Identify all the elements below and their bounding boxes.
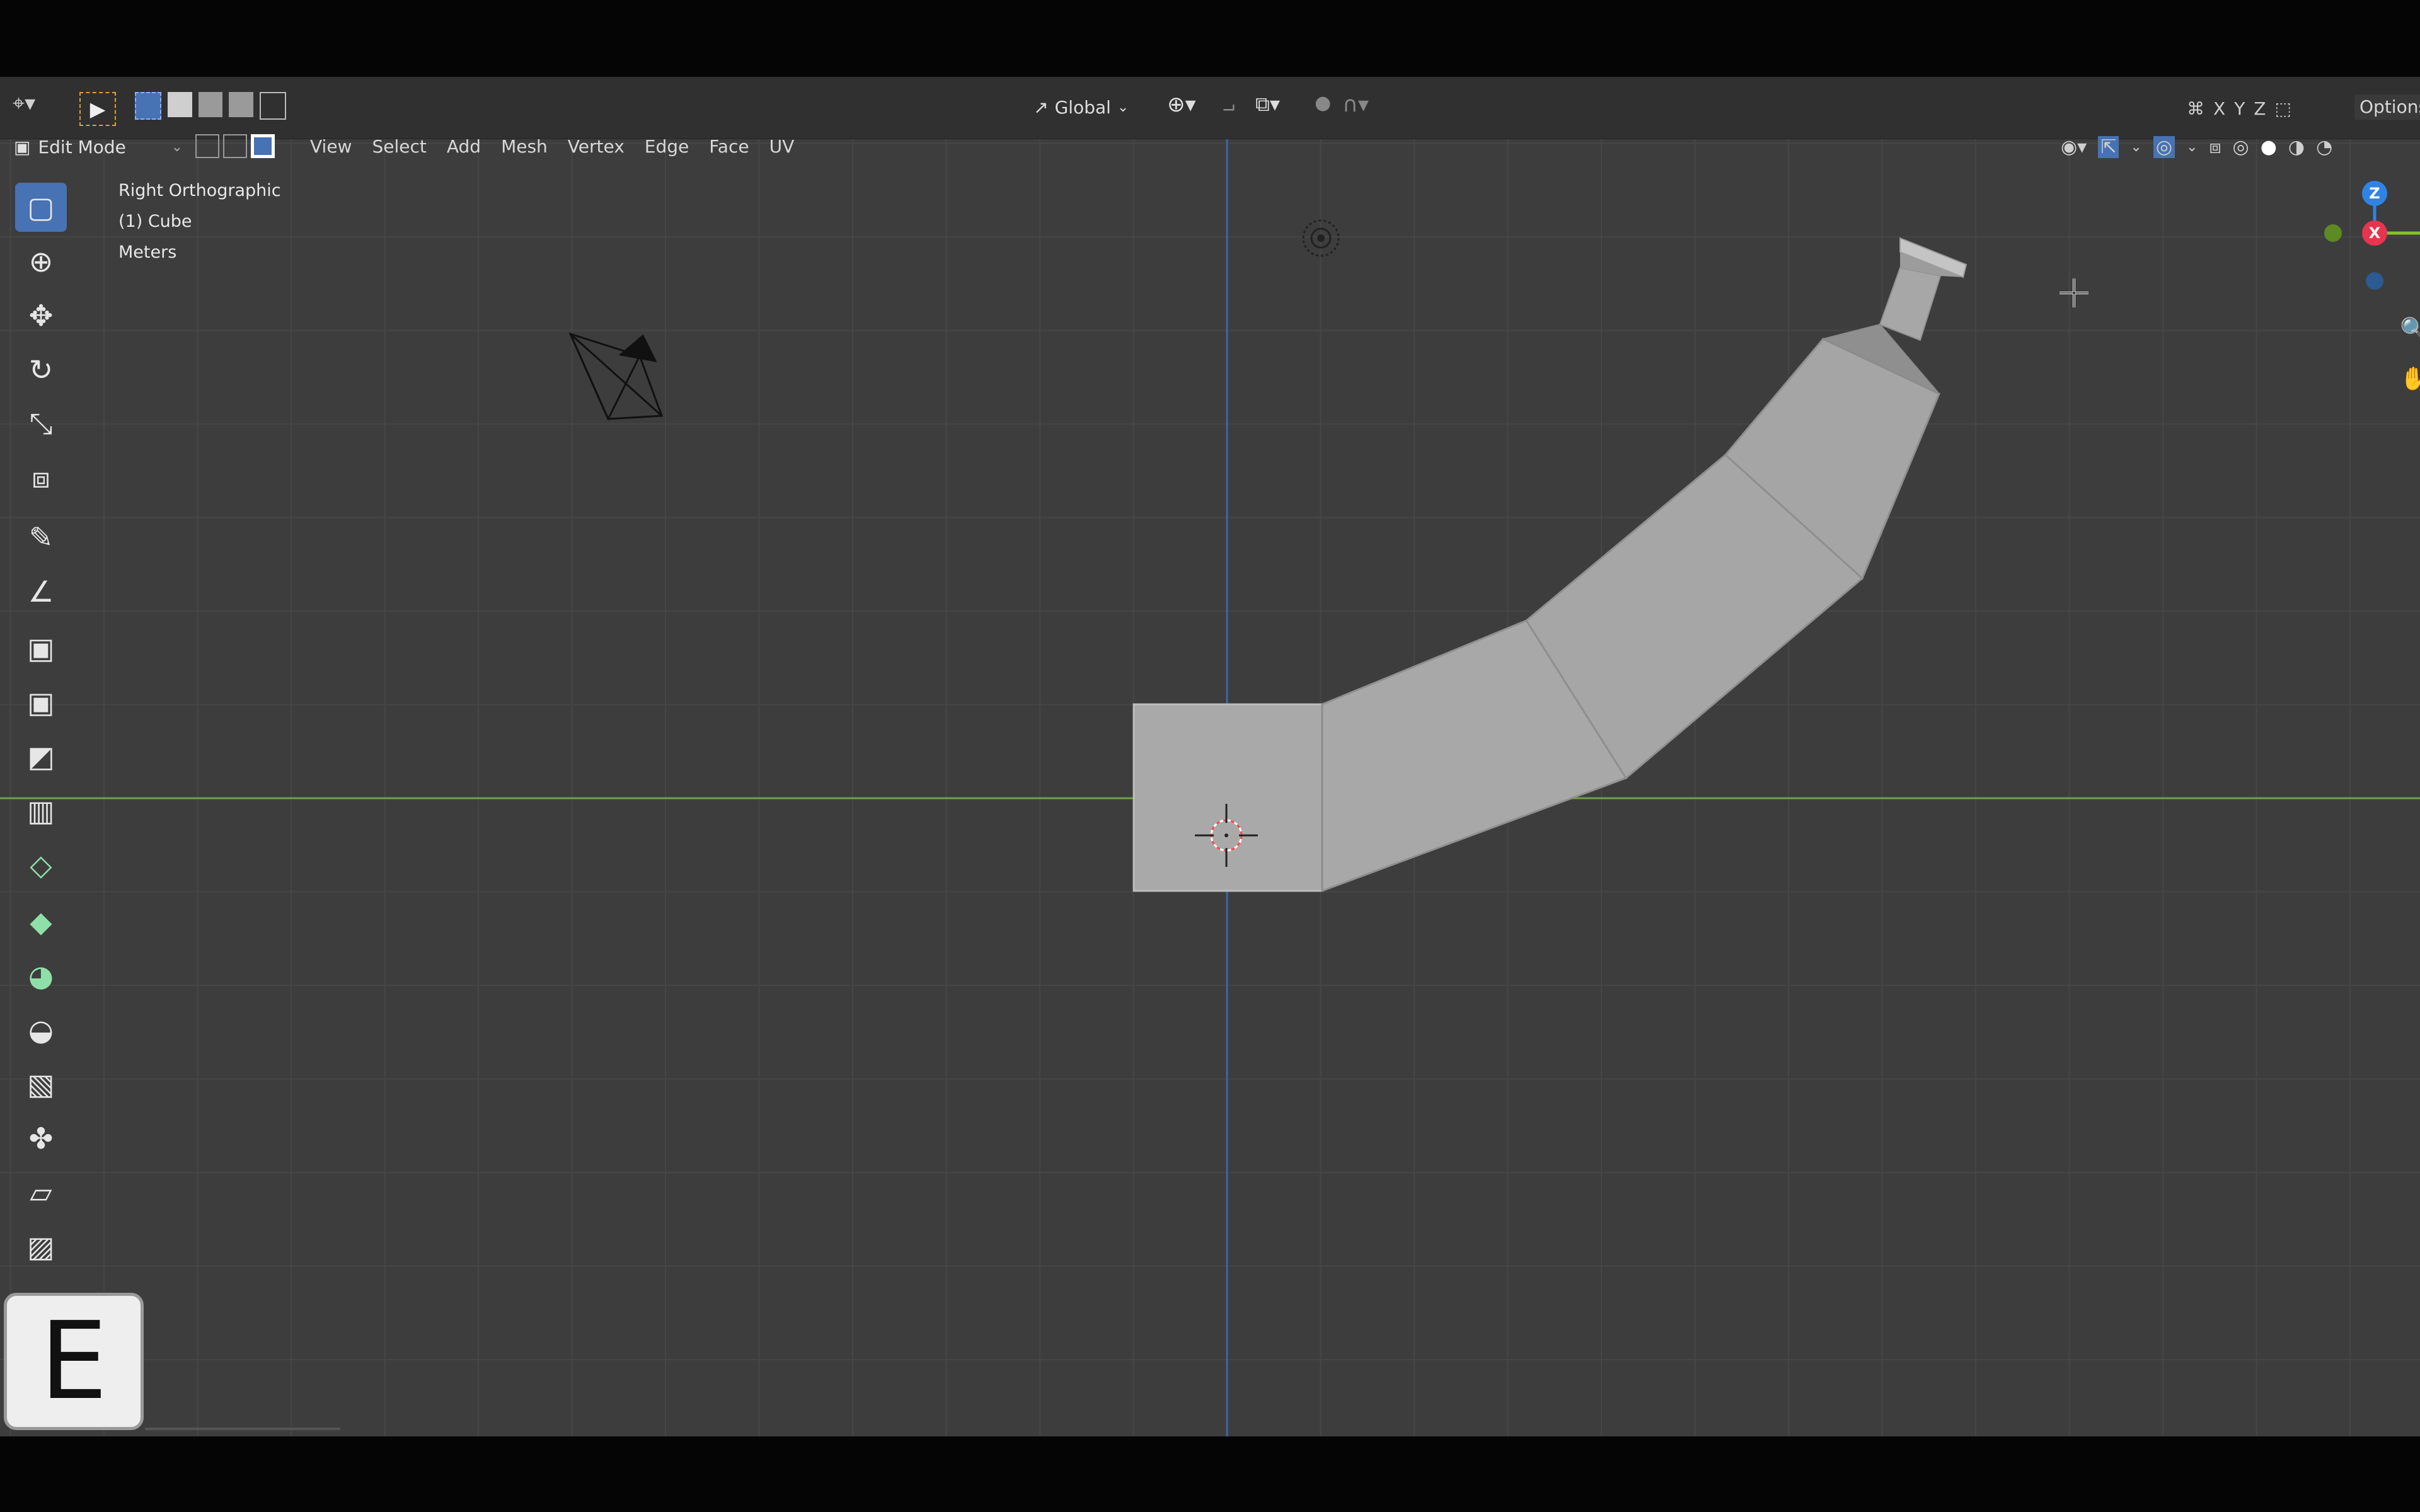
extrude-region-icon[interactable]: ▣: [15, 624, 67, 673]
gizmo-neg-y-axis[interactable]: [2324, 224, 2342, 242]
3d-cursor[interactable]: [1189, 798, 1264, 873]
mirror-y-button[interactable]: Y: [2234, 98, 2245, 119]
gizmo-z-axis[interactable]: Z: [2362, 181, 2387, 206]
material-shading-icon[interactable]: ◑: [2288, 136, 2305, 158]
mirror-options: ⌘ X Y Z ⬚: [2187, 91, 2291, 126]
chevron-down-icon: ⌄: [1117, 99, 1129, 115]
menu-mesh[interactable]: Mesh: [491, 134, 558, 159]
cursor-icon[interactable]: ⊕: [15, 237, 67, 286]
annotate-icon[interactable]: ✎: [15, 513, 67, 562]
menu-edge[interactable]: Edge: [635, 134, 699, 159]
select-invert-icon[interactable]: [229, 92, 253, 117]
solid-shading-icon[interactable]: ●: [2261, 136, 2277, 158]
viewport-shading-controls: ◉▾ ⇱ ⌄ ◎ ⌄ ⧈ ◎ ● ◑ ◔: [2061, 135, 2333, 158]
menu-vertex[interactable]: Vertex: [558, 134, 635, 159]
measure-icon[interactable]: ∠: [15, 567, 67, 616]
letterbox-bottom: [0, 1436, 2420, 1512]
select-intersect-icon[interactable]: [259, 92, 287, 120]
wireframe-shading-icon[interactable]: ◎: [2233, 136, 2249, 158]
letterbox-top: [0, 0, 2420, 77]
poly-build-icon[interactable]: ◆: [15, 897, 67, 946]
move-icon[interactable]: ✥: [15, 291, 67, 340]
xray-toggle-icon[interactable]: ⧈: [2209, 136, 2221, 158]
edge-select-icon[interactable]: [223, 134, 247, 158]
navigation-gizmo[interactable]: Z X 🔍 ✋: [2307, 170, 2420, 447]
scale-icon[interactable]: ⤡: [15, 399, 67, 449]
falloff-dropdown[interactable]: ∩▾: [1342, 92, 1386, 122]
spin-icon[interactable]: ◕: [15, 951, 67, 1000]
status-progress-strip: [145, 1428, 340, 1430]
knife-icon[interactable]: ◇: [15, 840, 67, 890]
viewport-header: ▣ Edit Mode ⌄ View Select Add Mesh Verte…: [0, 131, 2420, 163]
mesh-face-6[interactable]: [1879, 266, 1942, 341]
proportional-edit-icon[interactable]: ●: [1315, 92, 1340, 122]
select-subtract-icon[interactable]: [198, 92, 223, 117]
camera-object-icon[interactable]: [561, 321, 706, 428]
rendered-shading-icon[interactable]: ◔: [2316, 136, 2332, 158]
mesh-object[interactable]: [0, 132, 2420, 1436]
select-mode-buttons: [135, 92, 287, 123]
inset-faces-icon[interactable]: ▣: [15, 678, 67, 727]
pan-hand-icon[interactable]: ✋: [2400, 365, 2420, 392]
mode-label: Edit Mode: [38, 136, 126, 158]
editor-type-icon[interactable]: ⌖▾: [13, 91, 57, 122]
shrink-fatten-icon[interactable]: ✤: [15, 1114, 67, 1163]
bevel-icon[interactable]: ◩: [15, 732, 67, 781]
select-tool-indicator[interactable]: ▶: [79, 92, 116, 126]
transform-icon[interactable]: ⧈: [15, 454, 67, 503]
gizmo-neg-z-axis[interactable]: [2366, 272, 2383, 290]
select-new-icon[interactable]: [135, 92, 162, 120]
menu-bar: View Select Add Mesh Vertex Edge Face UV: [300, 134, 804, 159]
select-mode-group: [195, 134, 275, 159]
menu-view[interactable]: View: [300, 134, 362, 159]
transform-orientation-dropdown[interactable]: ↗ Global ⌄: [1034, 89, 1129, 125]
orientation-label: Global: [1054, 96, 1111, 118]
view-name: Right Orthographic: [118, 181, 281, 200]
menu-face[interactable]: Face: [699, 134, 759, 159]
loop-cut-icon[interactable]: ▥: [15, 786, 67, 835]
snap-toggle-icon[interactable]: ⨼: [1223, 92, 1250, 122]
gizmo-x-axis[interactable]: X: [2362, 220, 2387, 246]
menu-select[interactable]: Select: [362, 134, 436, 159]
mirror-x-button[interactable]: X: [2213, 98, 2225, 119]
options-dropdown[interactable]: Options: [2354, 94, 2420, 120]
light-icon[interactable]: [1296, 213, 1346, 263]
vertex-select-icon[interactable]: [195, 134, 219, 158]
mouse-crosshair-icon: [2060, 278, 2089, 307]
rip-region-icon[interactable]: ▨: [15, 1222, 67, 1271]
menu-add[interactable]: Add: [437, 134, 491, 159]
tool-settings-header: ⌖▾ ▶ ↗ Global ⌄ ⊕▾ ⨼ ⧉▾ ● ∩▾ ⌘ X Y Z ⬚ O…: [0, 77, 2420, 139]
chevron-down-icon: ⌄: [171, 139, 183, 155]
mirror-z-button[interactable]: Z: [2254, 98, 2266, 119]
gizmo-toggle-icon[interactable]: ⇱: [2098, 135, 2119, 158]
keycast-overlay: E: [4, 1293, 144, 1430]
3d-viewport[interactable]: Right Orthographic (1) Cube Meters Z X 🔍…: [0, 132, 2420, 1436]
topology-mirror-icon[interactable]: ⬚: [2274, 98, 2291, 119]
units-label: Meters: [118, 243, 177, 262]
menu-uv[interactable]: UV: [759, 134, 805, 159]
visibility-icon[interactable]: ◉▾: [2061, 136, 2087, 158]
select-extend-icon[interactable]: [168, 92, 192, 117]
face-select-icon[interactable]: [251, 134, 275, 158]
snap-target-dropdown[interactable]: ⧉▾: [1255, 92, 1299, 122]
shear-icon[interactable]: ▱: [15, 1168, 67, 1217]
butterfly-icon[interactable]: ⌘: [2187, 98, 2204, 119]
rotate-icon[interactable]: ↻: [15, 345, 67, 394]
orientation-icon: ↗: [1034, 96, 1049, 118]
edge-slide-icon[interactable]: ▧: [15, 1060, 67, 1109]
blender-window: Right Orthographic (1) Cube Meters Z X 🔍…: [0, 0, 2420, 1512]
smooth-icon[interactable]: ◒: [15, 1005, 67, 1055]
zoom-icon[interactable]: 🔍: [2400, 316, 2420, 343]
pivot-point-dropdown[interactable]: ⊕▾: [1167, 92, 1211, 122]
mode-dropdown[interactable]: ▣ Edit Mode ⌄: [14, 132, 183, 161]
edit-mode-icon: ▣: [14, 136, 31, 158]
overlays-toggle-icon[interactable]: ◎: [2153, 135, 2175, 158]
object-name: (1) Cube: [118, 212, 192, 231]
select-box-icon[interactable]: ▢: [15, 183, 67, 232]
